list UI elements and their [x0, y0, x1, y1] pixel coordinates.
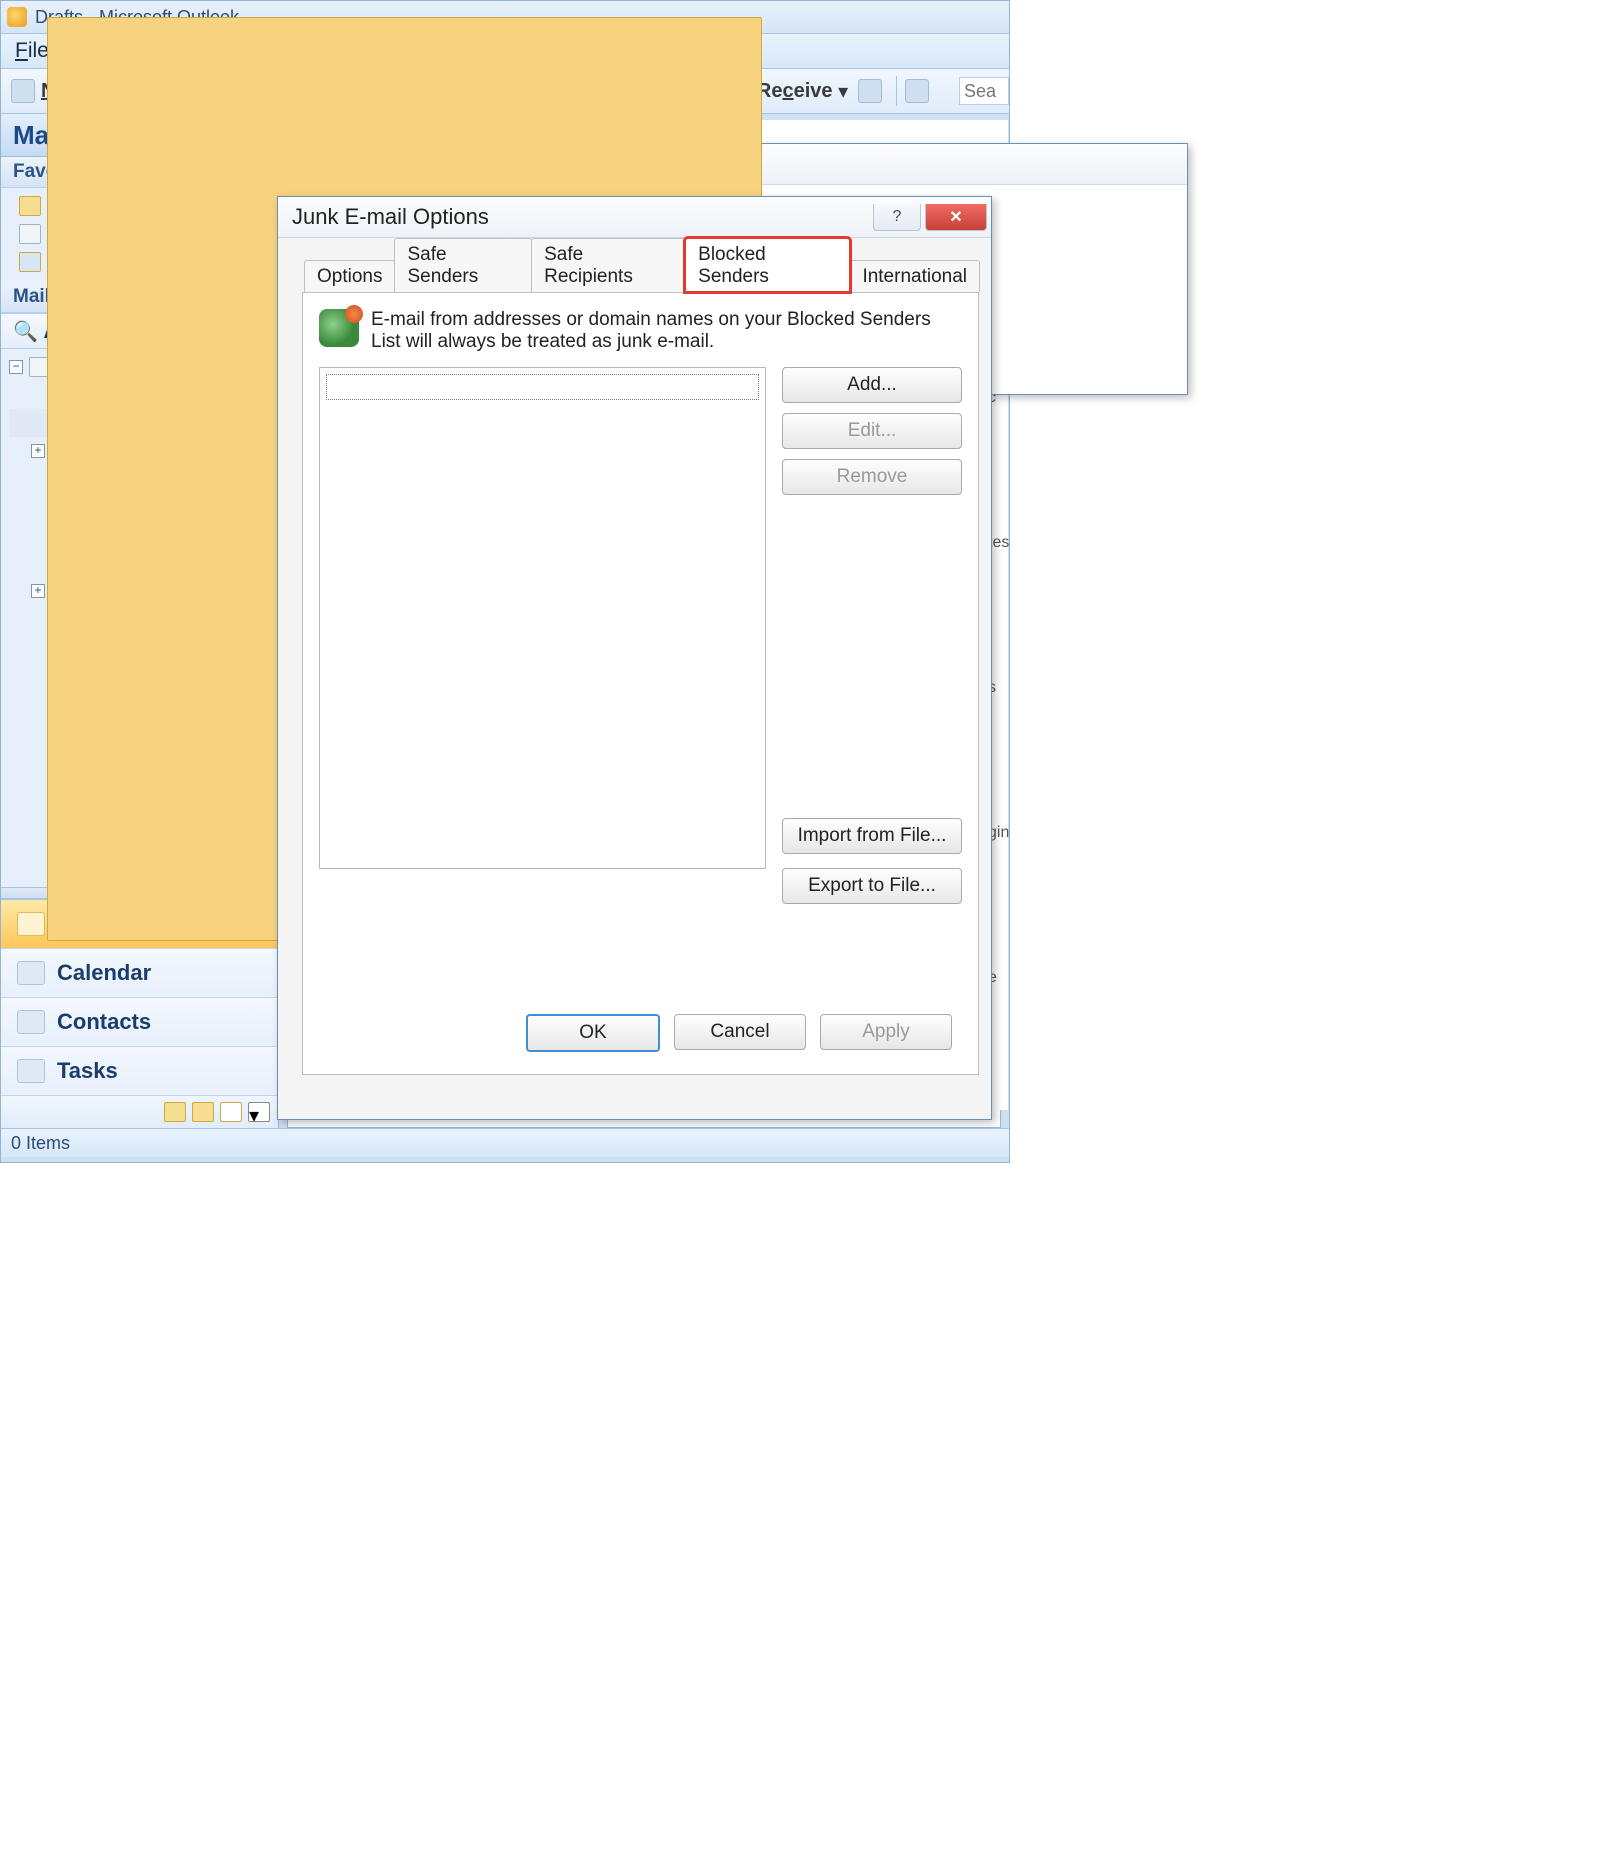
- junk-email-options-dialog: Junk E-mail Options ? ✕ Options Safe Sen…: [277, 196, 992, 1120]
- tree-junk[interactable]: Junk E-mail [2]: [9, 465, 270, 493]
- blocked-senders-icon: [319, 309, 359, 347]
- tab-options[interactable]: Options: [304, 260, 395, 292]
- blocked-senders-description: E-mail from addresses or domain names on…: [371, 309, 962, 353]
- cancel-button[interactable]: Cancel: [674, 1014, 806, 1050]
- wunder-overflow: ▾: [1, 1096, 278, 1128]
- tab-international[interactable]: International: [849, 260, 980, 292]
- tab-pane: E-mail from addresses or domain names on…: [302, 293, 979, 1075]
- edit-button[interactable]: Edit...: [782, 413, 962, 449]
- outlook-window: Drafts - Microsoft Outlook File Edit Vie…: [0, 0, 1010, 1163]
- add-button[interactable]: Add...: [782, 367, 962, 403]
- shortcut-mini-icon[interactable]: [220, 1102, 242, 1122]
- tasks-icon: [17, 1059, 45, 1083]
- toolbar-search-input[interactable]: [959, 77, 1009, 105]
- expand-icon[interactable]: +: [31, 444, 45, 458]
- navigation-pane: Mail « Favorite Folders︽ Inbox Unread Ma…: [1, 114, 279, 1128]
- ok-button[interactable]: OK: [526, 1014, 660, 1052]
- list-selection: [326, 374, 759, 400]
- find-contact-icon[interactable]: [858, 79, 882, 103]
- tab-blocked-senders[interactable]: Blocked Senders: [685, 238, 850, 292]
- address-book-icon[interactable]: [905, 79, 929, 103]
- mail-icon: [17, 912, 45, 936]
- tab-safe-senders[interactable]: Safe Senders: [394, 238, 532, 292]
- blocked-senders-list[interactable]: [319, 367, 766, 869]
- new-icon: [11, 79, 35, 103]
- contacts-icon: [17, 1010, 45, 1034]
- junk-dialog-title: Junk E-mail Options: [292, 204, 489, 230]
- outlook-icon: [7, 7, 27, 27]
- notes-mini-icon[interactable]: [164, 1102, 186, 1122]
- import-button[interactable]: Import from File...: [782, 818, 962, 854]
- apply-button[interactable]: Apply: [820, 1014, 952, 1050]
- close-button[interactable]: ✕: [925, 204, 987, 231]
- configure-buttons-icon[interactable]: ▾: [248, 1102, 270, 1122]
- tab-strip: Options Safe Senders Safe Recipients Blo…: [302, 256, 979, 293]
- folder-icon: [19, 196, 41, 216]
- export-button[interactable]: Export to File...: [782, 868, 962, 904]
- help-button[interactable]: ?: [873, 204, 921, 231]
- tab-safe-recipients[interactable]: Safe Recipients: [531, 238, 686, 292]
- search-folder-icon: [19, 224, 41, 244]
- remove-button[interactable]: Remove: [782, 459, 962, 495]
- calendar-icon: [17, 961, 45, 985]
- collapse-icon[interactable]: −: [9, 360, 23, 374]
- wunder-tasks[interactable]: Tasks: [1, 1047, 278, 1096]
- wunder-contacts[interactable]: Contacts: [1, 998, 278, 1047]
- folder-mini-icon[interactable]: [192, 1102, 214, 1122]
- status-bar: 0 Items: [1, 1128, 1009, 1157]
- folder-icon: [19, 252, 41, 272]
- wunder-calendar[interactable]: Calendar: [1, 949, 278, 998]
- expand-icon[interactable]: +: [31, 584, 45, 598]
- menu-file[interactable]: File: [15, 39, 49, 63]
